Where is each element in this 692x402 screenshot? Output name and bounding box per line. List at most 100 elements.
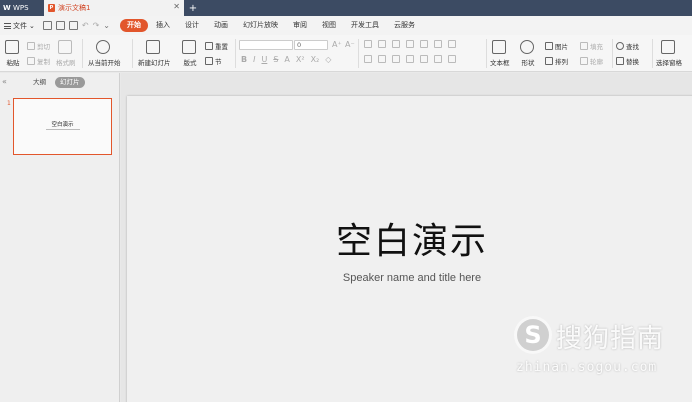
ribbon-divider — [358, 39, 359, 68]
new-slide-label: 新建幻灯片 — [138, 59, 171, 67]
undo-icon[interactable]: ↶ — [82, 21, 89, 30]
document-tab-label: 演示文稿1 — [58, 4, 91, 12]
tab-animation[interactable]: 动画 — [207, 19, 235, 32]
strikethrough-button[interactable]: S — [273, 55, 278, 64]
shape-button[interactable]: 形状 — [520, 40, 536, 67]
chevron-down-icon: ⌄ — [29, 21, 35, 30]
smartart-icon[interactable] — [448, 55, 456, 63]
thumbnail-title: 空白演示 — [51, 122, 74, 128]
document-tab[interactable]: P 演示文稿1 ✕ — [44, 0, 184, 16]
cut-button[interactable]: 剪切 — [27, 41, 50, 51]
align-center-icon[interactable] — [378, 55, 386, 63]
replace-button[interactable]: 替换 — [616, 56, 639, 66]
save-icon[interactable] — [42, 21, 52, 30]
ribbon-toolbar: 粘贴 剪切 复制 格式刷 从当前开始 新建幻灯片 版式 重置 节 0 A⁺ A⁻… — [0, 35, 692, 72]
tab-slideshow[interactable]: 幻灯片放映 — [236, 19, 285, 32]
wps-presentation-window: W WPS P 演示文稿1 ✕ + 文件 ⌄ ↶ ↷ ⌄ 开始 插入 设计 动画… — [0, 0, 692, 402]
align-left-icon[interactable] — [364, 55, 372, 63]
tab-slides[interactable]: 幻灯片 — [55, 77, 85, 88]
fill-label: 填充 — [590, 43, 603, 51]
slide-thumbnail[interactable]: 空白演示 — [13, 98, 112, 155]
search-icon — [616, 42, 624, 50]
superscript-button[interactable]: X² — [296, 55, 305, 64]
tab-cloud-service[interactable]: 云服务 — [387, 19, 422, 32]
italic-button[interactable]: I — [253, 55, 255, 64]
select-pane-icon — [661, 40, 675, 54]
watermark-url: zhinan.sogou.com — [516, 360, 658, 375]
copy-button[interactable]: 复制 — [27, 56, 50, 66]
select-pane-button[interactable]: 选择窗格 — [656, 40, 682, 67]
clear-format-icon[interactable]: ◇ — [325, 55, 331, 64]
increase-font-button[interactable]: A⁺ — [332, 40, 342, 49]
section-button[interactable]: 节 — [205, 56, 222, 66]
line-spacing-icon[interactable] — [420, 40, 428, 48]
copy-icon — [27, 57, 35, 65]
play-icon — [96, 40, 111, 54]
watermark-name: 搜狗指南 — [556, 324, 665, 354]
picture-icon — [545, 42, 553, 50]
picture-button[interactable]: 图片 — [545, 41, 568, 51]
paste-button[interactable]: 粘贴 — [5, 40, 21, 67]
increase-indent-icon[interactable] — [406, 40, 414, 48]
align-right-icon[interactable] — [392, 55, 400, 63]
slide-title[interactable]: 空白演示 — [127, 212, 692, 264]
decrease-font-button[interactable]: A⁻ — [345, 40, 355, 49]
font-style-buttons: B I U S A X² X₂ ◇ — [241, 55, 331, 64]
sogou-logo-icon: S — [514, 316, 552, 354]
format-painter-button[interactable]: 格式刷 — [56, 40, 76, 67]
shape-label: 形状 — [521, 59, 535, 67]
outline-button[interactable]: 轮廓 — [580, 56, 603, 66]
wps-home-tab[interactable]: W WPS — [0, 0, 44, 16]
align-text-icon[interactable] — [434, 55, 442, 63]
tab-outline[interactable]: 大纲 — [28, 77, 51, 88]
collapse-panel-icon[interactable]: « — [2, 78, 7, 86]
new-tab-button[interactable]: + — [184, 0, 202, 16]
numbered-list-icon[interactable] — [378, 40, 386, 48]
arrange-button[interactable]: 排列 — [545, 56, 568, 66]
cut-label: 剪切 — [37, 43, 50, 51]
play-from-current-label: 从当前开始 — [88, 59, 121, 67]
underline-button[interactable]: U — [261, 55, 267, 64]
customize-icon[interactable]: ⌄ — [103, 21, 110, 30]
copy-label: 复制 — [37, 58, 50, 66]
ribbon-divider — [132, 39, 133, 68]
tab-home[interactable]: 开始 — [119, 19, 148, 32]
file-menu[interactable]: 文件 ⌄ — [4, 21, 41, 31]
new-slide-button[interactable]: 新建幻灯片 — [138, 40, 171, 67]
arrange-label: 排列 — [555, 58, 568, 66]
columns-icon[interactable] — [448, 40, 456, 48]
slide-subtitle[interactable]: Speaker name and title here — [127, 272, 692, 284]
tab-insert[interactable]: 插入 — [149, 19, 177, 32]
slide-number: 1 — [7, 100, 11, 107]
font-color-button[interactable]: A — [284, 55, 289, 64]
tab-design[interactable]: 设计 — [178, 19, 206, 32]
play-from-current-button[interactable]: 从当前开始 — [88, 40, 121, 67]
decrease-indent-icon[interactable] — [392, 40, 400, 48]
outline-icon — [580, 57, 588, 65]
justify-icon[interactable] — [406, 55, 414, 63]
tab-view[interactable]: 视图 — [315, 19, 343, 32]
text-direction-icon[interactable] — [434, 40, 442, 48]
layout-button[interactable]: 版式 — [182, 40, 198, 67]
redo-icon[interactable]: ↷ — [93, 21, 100, 30]
find-button[interactable]: 查找 — [616, 41, 639, 51]
section-icon — [205, 57, 213, 65]
print-preview-icon[interactable] — [68, 21, 78, 30]
select-pane-label: 选择窗格 — [656, 59, 682, 67]
layout-label: 版式 — [183, 59, 197, 67]
textbox-button[interactable]: 文本框 — [490, 40, 510, 67]
font-name-select[interactable] — [239, 40, 293, 50]
reset-button[interactable]: 重置 — [205, 41, 228, 51]
close-tab-icon[interactable]: ✕ — [173, 3, 180, 11]
tab-developer[interactable]: 开发工具 — [344, 19, 386, 32]
bold-button[interactable]: B — [241, 55, 247, 64]
menu-bar: 文件 ⌄ ↶ ↷ ⌄ 开始 插入 设计 动画 幻灯片放映 审阅 视图 开发工具 … — [0, 16, 692, 35]
distribute-icon[interactable] — [420, 55, 428, 63]
bullet-list-icon[interactable] — [364, 40, 372, 48]
subscript-button[interactable]: X₂ — [311, 55, 320, 64]
tab-review[interactable]: 审阅 — [286, 19, 314, 32]
print-icon[interactable] — [55, 21, 65, 30]
fill-button[interactable]: 填充 — [580, 41, 603, 51]
new-slide-icon — [146, 40, 161, 54]
font-size-select[interactable]: 0 — [294, 40, 328, 50]
